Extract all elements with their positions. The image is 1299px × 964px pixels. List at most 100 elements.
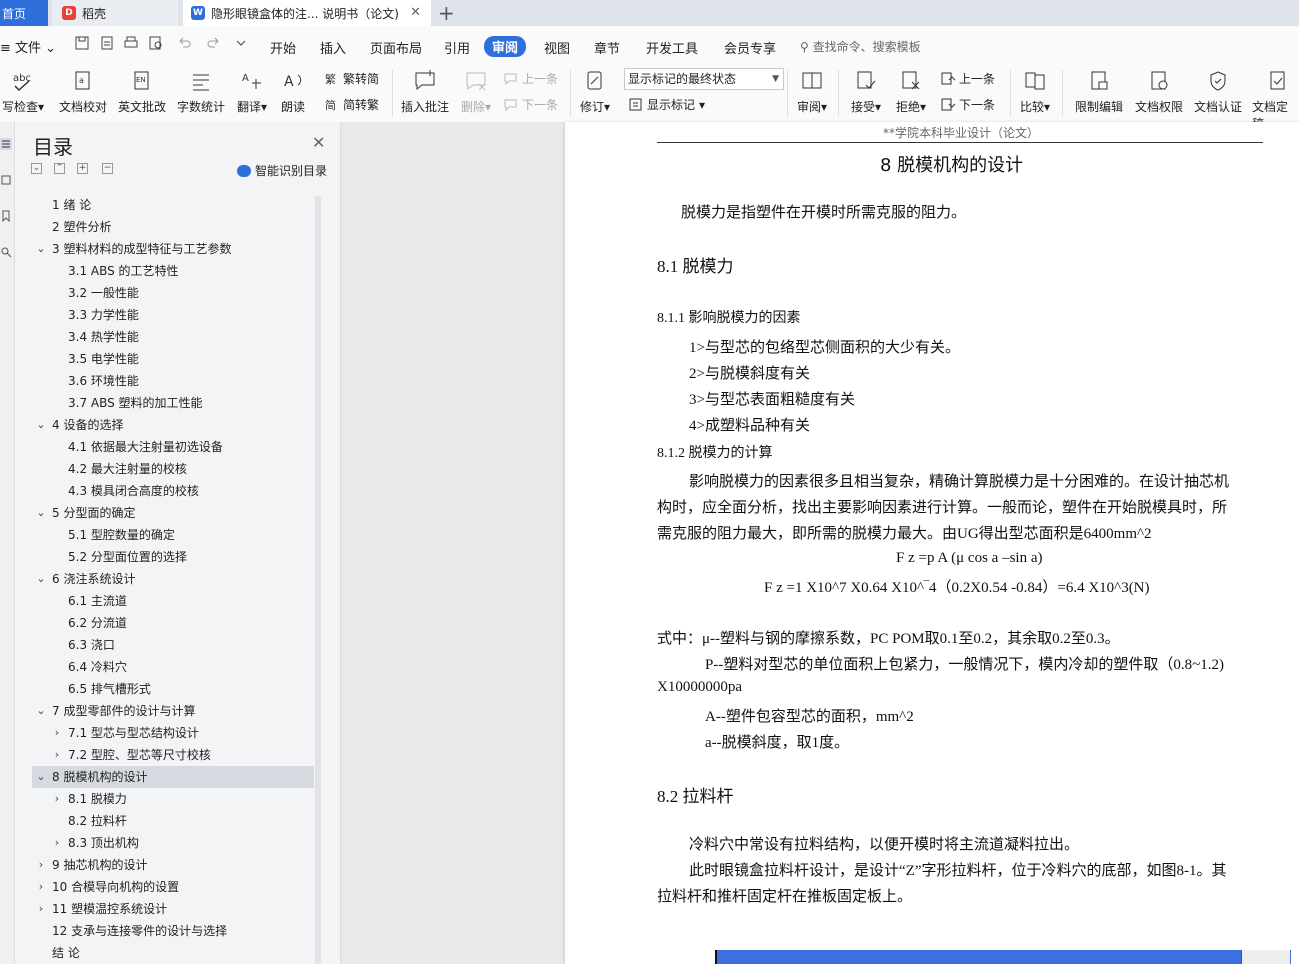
toc-item[interactable]: 4.1 依据最大注射量初选设备 xyxy=(32,436,314,458)
toc-item[interactable]: 4.2 最大注射量的校核 xyxy=(32,458,314,480)
expand-up-icon[interactable]: ⌃ xyxy=(54,163,65,174)
find-pane-icon[interactable] xyxy=(0,246,12,258)
menu-tab-chapter[interactable]: 章节 xyxy=(594,38,620,57)
read-aloud-button[interactable]: A 朗读 xyxy=(278,68,308,115)
doc-check-button[interactable]: a 文档校对 xyxy=(58,68,108,115)
simp-to-trad-button[interactable]: 简简转繁 xyxy=(324,96,379,113)
toc-item[interactable]: › 10 合模导向机构的设置 xyxy=(32,876,314,898)
toc-item[interactable]: 3.1 ABS 的工艺特性 xyxy=(32,260,314,282)
chevron-down-icon[interactable]: ⌄ xyxy=(36,766,46,788)
toc-item[interactable]: › 11 塑模温控系统设计 xyxy=(32,898,314,920)
word-count-button[interactable]: 字数统计 xyxy=(176,68,226,115)
menu-tab-reference[interactable]: 引用 xyxy=(444,38,470,57)
chevron-right-icon[interactable]: › xyxy=(52,744,62,766)
toc-item[interactable]: 5.2 分型面位置的选择 xyxy=(32,546,314,568)
chevron-right-icon[interactable]: › xyxy=(36,898,46,920)
toc-item[interactable]: 3.6 环境性能 xyxy=(32,370,314,392)
undo-icon[interactable] xyxy=(175,34,193,52)
toc-item[interactable]: ⌄ 3 塑料材料的成型特征与工艺参数 xyxy=(32,238,314,260)
toc-item[interactable]: › 7.2 型腔、型芯等尺寸校核 xyxy=(32,744,314,766)
menu-tab-page-layout[interactable]: 页面布局 xyxy=(370,38,422,57)
file-menu[interactable]: ≡ 文件 ⌄ xyxy=(0,37,56,56)
document-page[interactable]: **学院本科毕业设计（论文） 8 脱模机构的设计 脱模力是指塑件在开模时所需克服… xyxy=(565,122,1299,964)
toc-item[interactable]: 8.2 拉料杆 xyxy=(32,810,314,832)
toc-item[interactable]: 6.5 排气槽形式 xyxy=(32,678,314,700)
doc-auth-button[interactable]: 文档认证 xyxy=(1191,68,1245,115)
show-markup-button[interactable]: 显示标记 ▾ xyxy=(628,96,705,113)
save-icon[interactable] xyxy=(73,34,91,52)
menu-tab-member[interactable]: 会员专享 xyxy=(724,38,776,57)
toc-item[interactable]: 3.3 力学性能 xyxy=(32,304,314,326)
print-preview-icon[interactable] xyxy=(147,34,165,52)
redo-icon[interactable] xyxy=(205,34,223,52)
toc-item[interactable]: › 8.1 脱模力 xyxy=(32,788,314,810)
chevron-down-icon[interactable]: ⌄ xyxy=(36,414,46,436)
toc-item[interactable]: 4.3 模具闭合高度的校核 xyxy=(32,480,314,502)
toc-item[interactable]: › 8.3 顶出机构 xyxy=(32,832,314,854)
trad-to-simp-button[interactable]: 繁繁转简 xyxy=(324,70,379,87)
compare-button[interactable]: 比较▾ xyxy=(1017,68,1053,115)
tab-home[interactable]: 首页 xyxy=(0,0,48,26)
toc-item[interactable]: 3.7 ABS 塑料的加工性能 xyxy=(32,392,314,414)
print-icon[interactable] xyxy=(122,34,140,52)
command-search[interactable]: ⚲ 查找命令、搜索模板 xyxy=(800,38,921,55)
new-tab-plus-icon[interactable]: + xyxy=(438,1,455,25)
tab-document[interactable]: W 隐形眼镜盒体的注... 说明书（论文) ✕ xyxy=(183,0,431,26)
toc-item[interactable]: 6.2 分流道 xyxy=(32,612,314,634)
more-chevron-icon[interactable] xyxy=(232,34,250,52)
toc-item[interactable]: › 9 抽芯机构的设计 xyxy=(32,854,314,876)
toc-item[interactable]: 6.1 主流道 xyxy=(32,590,314,612)
menu-tab-view[interactable]: 视图 xyxy=(544,38,570,57)
toc-item[interactable]: 3.5 电学性能 xyxy=(32,348,314,370)
menu-tab-insert[interactable]: 插入 xyxy=(320,38,346,57)
translate-button[interactable]: A 翻译▾ xyxy=(235,68,269,115)
toc-item[interactable]: 12 支承与连接零件的设计与选择 xyxy=(32,920,314,942)
prev-change-button[interactable]: 上一条 xyxy=(940,70,995,87)
chevron-down-icon[interactable]: ⌄ xyxy=(36,568,46,590)
toc-item[interactable]: 6.4 冷料穴 xyxy=(32,656,314,678)
chevron-right-icon[interactable]: › xyxy=(36,876,46,898)
review-pane-button[interactable]: 审阅▾ xyxy=(794,68,830,115)
toc-item[interactable]: 3.4 热学性能 xyxy=(32,326,314,348)
toc-pane-icon[interactable] xyxy=(0,138,12,150)
close-icon[interactable]: ✕ xyxy=(312,133,325,152)
toc-item[interactable]: 1 绪 论 xyxy=(32,194,314,216)
next-change-button[interactable]: 下一条 xyxy=(940,96,995,113)
toc-item[interactable]: ⌄ 5 分型面的确定 xyxy=(32,502,314,524)
toc-item[interactable]: 5.1 型腔数量的确定 xyxy=(32,524,314,546)
remove-level-icon[interactable]: − xyxy=(102,163,113,174)
chevron-right-icon[interactable]: › xyxy=(52,788,62,810)
menu-tab-developer[interactable]: 开发工具 xyxy=(646,38,698,57)
insert-comment-button[interactable]: 插入批注 xyxy=(399,68,451,115)
chapter-pane-icon[interactable] xyxy=(0,174,12,186)
menu-tab-start[interactable]: 开始 xyxy=(270,38,296,57)
bookmark-pane-icon[interactable] xyxy=(0,210,12,223)
export-pdf-icon[interactable] xyxy=(98,34,116,52)
toc-item[interactable]: 2 塑件分析 xyxy=(32,216,314,238)
restrict-edit-button[interactable]: 限制编辑 xyxy=(1072,68,1126,115)
chevron-down-icon[interactable]: ⌄ xyxy=(36,238,46,260)
tab-daoke[interactable]: D 稻壳 xyxy=(52,0,178,26)
menu-tab-review[interactable]: 审阅 xyxy=(484,36,527,57)
english-review-button[interactable]: EN 英文批改 xyxy=(117,68,167,115)
tab-close-icon[interactable]: ✕ xyxy=(410,5,421,20)
chevron-down-icon[interactable]: ⌄ xyxy=(36,700,46,722)
next-comment-button[interactable]: 下一条 xyxy=(503,96,558,113)
toc-item[interactable]: 6.3 浇口 xyxy=(32,634,314,656)
revise-button[interactable]: 修订▾ xyxy=(577,68,613,115)
prev-comment-button[interactable]: 上一条 xyxy=(503,70,558,87)
markup-state-select[interactable]: 显示标记的最终状态 ▼ xyxy=(624,68,784,90)
toc-item[interactable]: 3.2 一般性能 xyxy=(32,282,314,304)
toc-item[interactable]: 结 论 xyxy=(32,942,314,964)
delete-comment-button[interactable]: 删除▾ xyxy=(458,68,494,115)
spell-check-button[interactable]: abc 写检查▾ xyxy=(0,68,46,115)
toc-item[interactable]: ⌄ 6 浇注系统设计 xyxy=(32,568,314,590)
collapse-all-icon[interactable]: ⌄ xyxy=(31,163,42,174)
chevron-right-icon[interactable]: › xyxy=(52,722,62,744)
chevron-right-icon[interactable]: › xyxy=(52,832,62,854)
smart-toc-button[interactable]: 智能识别目录 xyxy=(237,162,327,179)
accept-button[interactable]: 接受▾ xyxy=(848,68,884,115)
reject-button[interactable]: 拒绝▾ xyxy=(893,68,929,115)
add-level-icon[interactable]: + xyxy=(77,163,88,174)
toc-item[interactable]: › 7.1 型芯与型芯结构设计 xyxy=(32,722,314,744)
